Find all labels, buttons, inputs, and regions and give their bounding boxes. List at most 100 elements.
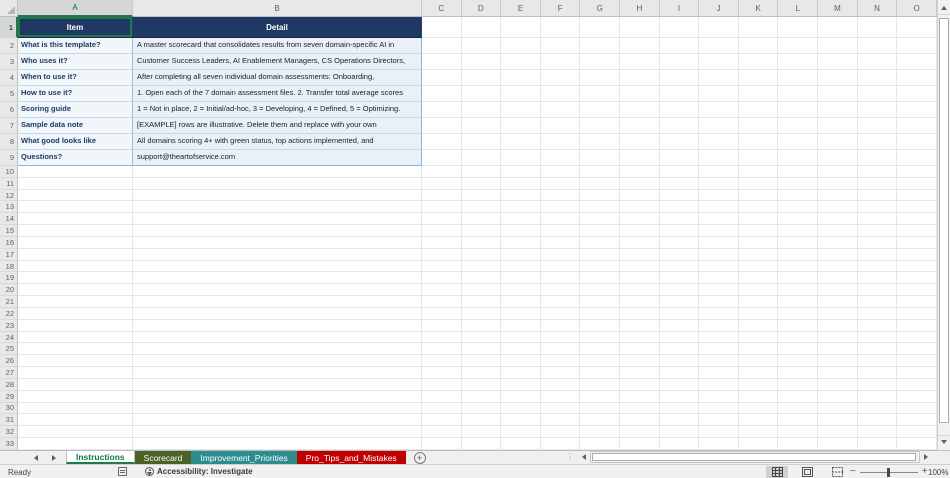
cell-O5[interactable] [897, 86, 937, 102]
cell-K11[interactable] [739, 178, 779, 190]
cell-F21[interactable] [541, 296, 581, 308]
cell-N31[interactable] [858, 414, 898, 426]
cell-H17[interactable] [620, 249, 660, 261]
cell-O16[interactable] [897, 237, 937, 249]
cell-H4[interactable] [620, 70, 660, 86]
cell-A30[interactable] [18, 403, 133, 415]
cell-A8[interactable]: What good looks like [18, 134, 133, 150]
cell-F32[interactable] [541, 426, 581, 438]
row-header-25[interactable]: 25 [0, 343, 18, 355]
cell-N21[interactable] [858, 296, 898, 308]
cell-A14[interactable] [18, 213, 133, 225]
cell-J14[interactable] [699, 213, 739, 225]
cell-N13[interactable] [858, 201, 898, 213]
row-header-14[interactable]: 14 [0, 213, 18, 225]
cell-L20[interactable] [778, 284, 818, 296]
cell-A23[interactable] [18, 320, 133, 332]
cell-K23[interactable] [739, 320, 779, 332]
cell-A18[interactable] [18, 261, 133, 273]
cell-J17[interactable] [699, 249, 739, 261]
cell-H33[interactable] [620, 438, 660, 450]
cell-C33[interactable] [422, 438, 462, 450]
cell-L11[interactable] [778, 178, 818, 190]
cell-G17[interactable] [580, 249, 620, 261]
cell-J18[interactable] [699, 261, 739, 273]
cell-L24[interactable] [778, 332, 818, 344]
cell-D23[interactable] [462, 320, 502, 332]
cell-F16[interactable] [541, 237, 581, 249]
cell-E31[interactable] [501, 414, 541, 426]
cell-C11[interactable] [422, 178, 462, 190]
cell-F12[interactable] [541, 190, 581, 202]
cell-I21[interactable] [660, 296, 700, 308]
cell-B28[interactable] [133, 379, 422, 391]
cell-J21[interactable] [699, 296, 739, 308]
cell-C7[interactable] [422, 118, 462, 134]
cell-D11[interactable] [462, 178, 502, 190]
cell-G32[interactable] [580, 426, 620, 438]
cell-K30[interactable] [739, 403, 779, 415]
cell-N14[interactable] [858, 213, 898, 225]
row-header-15[interactable]: 15 [0, 225, 18, 237]
cell-N30[interactable] [858, 403, 898, 415]
cell-J15[interactable] [699, 225, 739, 237]
cell-E10[interactable] [501, 166, 541, 178]
cell-E13[interactable] [501, 201, 541, 213]
cell-J2[interactable] [699, 38, 739, 54]
cell-N10[interactable] [858, 166, 898, 178]
cell-N15[interactable] [858, 225, 898, 237]
cell-D3[interactable] [462, 54, 502, 70]
cell-O2[interactable] [897, 38, 937, 54]
sheet-nav-left-icon[interactable] [34, 455, 38, 461]
cell-F1[interactable] [541, 17, 581, 38]
cell-H30[interactable] [620, 403, 660, 415]
column-header-G[interactable]: G [580, 0, 620, 17]
cell-M20[interactable] [818, 284, 858, 296]
row-header-7[interactable]: 7 [0, 118, 18, 134]
cell-D6[interactable] [462, 102, 502, 118]
cell-J22[interactable] [699, 308, 739, 320]
cell-L2[interactable] [778, 38, 818, 54]
cell-A22[interactable] [18, 308, 133, 320]
cell-K2[interactable] [739, 38, 779, 54]
zoom-level-label[interactable]: 100% [928, 468, 948, 477]
cell-K9[interactable] [739, 150, 779, 166]
cell-G21[interactable] [580, 296, 620, 308]
row-header-20[interactable]: 20 [0, 284, 18, 296]
cell-G20[interactable] [580, 284, 620, 296]
cell-E7[interactable] [501, 118, 541, 134]
page-layout-view-button[interactable] [796, 466, 818, 478]
cell-D28[interactable] [462, 379, 502, 391]
cell-O31[interactable] [897, 414, 937, 426]
cell-D13[interactable] [462, 201, 502, 213]
cell-J32[interactable] [699, 426, 739, 438]
cell-M30[interactable] [818, 403, 858, 415]
cell-H25[interactable] [620, 343, 660, 355]
cell-H2[interactable] [620, 38, 660, 54]
column-header-K[interactable]: K [739, 0, 779, 17]
cell-H19[interactable] [620, 272, 660, 284]
cell-E30[interactable] [501, 403, 541, 415]
cell-L14[interactable] [778, 213, 818, 225]
cell-A31[interactable] [18, 414, 133, 426]
cell-L29[interactable] [778, 391, 818, 403]
cell-A32[interactable] [18, 426, 133, 438]
cell-C20[interactable] [422, 284, 462, 296]
cell-B15[interactable] [133, 225, 422, 237]
cell-J3[interactable] [699, 54, 739, 70]
cell-D26[interactable] [462, 355, 502, 367]
cell-K3[interactable] [739, 54, 779, 70]
cell-L16[interactable] [778, 237, 818, 249]
cell-C30[interactable] [422, 403, 462, 415]
cell-G29[interactable] [580, 391, 620, 403]
cell-I24[interactable] [660, 332, 700, 344]
cell-M24[interactable] [818, 332, 858, 344]
horizontal-scrollbar-thumb[interactable] [592, 453, 916, 461]
cell-I6[interactable] [660, 102, 700, 118]
row-header-22[interactable]: 22 [0, 308, 18, 320]
cell-L28[interactable] [778, 379, 818, 391]
cell-N17[interactable] [858, 249, 898, 261]
cell-J6[interactable] [699, 102, 739, 118]
cell-B16[interactable] [133, 237, 422, 249]
cell-F15[interactable] [541, 225, 581, 237]
